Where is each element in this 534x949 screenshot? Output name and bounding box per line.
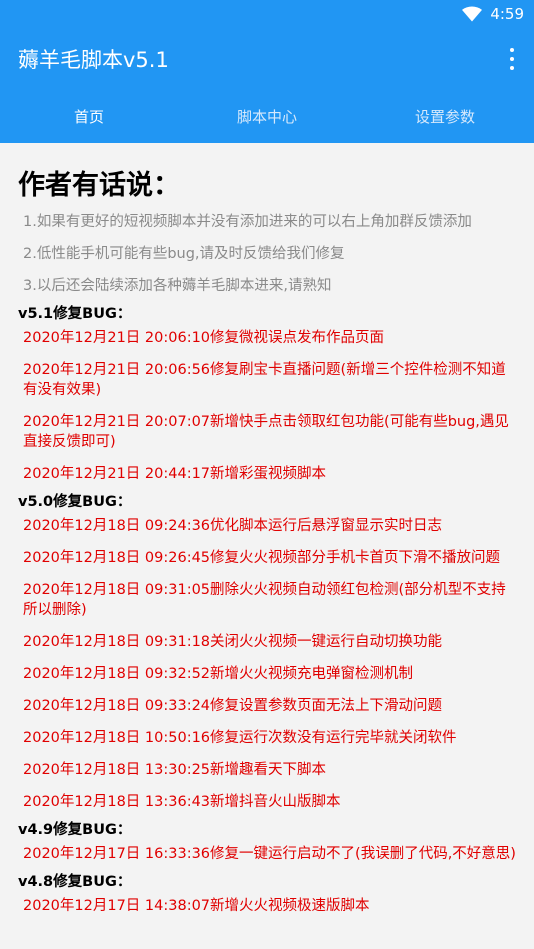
tab-home[interactable]: 首页 [0, 90, 178, 143]
status-bar: 4:59 [0, 0, 534, 28]
changelog-entry: 2020年12月18日 09:33:24修复设置参数页面无法上下滑动问题 [23, 698, 443, 714]
changelog-entry: 2020年12月18日 09:26:45修复火火视频部分手机卡首页下滑不播放问题 [23, 550, 501, 566]
title-bar: 薅羊毛脚本v5.1 [0, 28, 534, 90]
changelog-entry: 2020年12月18日 09:24:36优化脚本运行后悬浮窗显示实时日志 [23, 518, 443, 534]
version-header: v5.1修复BUG： [18, 306, 132, 322]
note-item: 2.低性能手机可能有些bug,请及时反馈给我们修复 [23, 246, 345, 262]
changelog-entry: 2020年12月21日 20:44:17新增彩蛋视频脚本 [23, 466, 327, 482]
wifi-icon [462, 6, 483, 22]
note-item: 1.如果有更好的短视频脚本并没有添加进来的可以右上角加群反馈添加 [23, 214, 472, 230]
version-header: v5.0修复BUG： [18, 494, 132, 510]
tab-settings[interactable]: 设置参数 [356, 90, 534, 143]
changelog-entry: 2020年12月21日 20:07:07新增快手点击领取红包功能(可能有些bug… [23, 414, 509, 450]
changelog-entry: 2020年12月18日 09:32:52新增火火视频充电弹窗检测机制 [23, 666, 414, 682]
tab-script-center[interactable]: 脚本中心 [178, 90, 356, 143]
page-heading: 作者有话说： [18, 170, 180, 201]
changelog-entry: 2020年12月18日 10:50:16修复运行次数没有运行完毕就关闭软件 [23, 730, 457, 746]
version-header: v4.9修复BUG： [18, 822, 132, 838]
main-content[interactable]: 作者有话说： 1.如果有更好的短视频脚本并没有添加进来的可以右上角加群反馈添加 … [0, 143, 534, 949]
changelog-entry: 2020年12月18日 13:36:43新增抖音火山版脚本 [23, 794, 341, 810]
changelog-entry: 2020年12月17日 16:33:36修复一键运行启动不了(我误删了代码,不好… [23, 846, 516, 862]
status-time: 4:59 [490, 5, 524, 23]
changelog-entry: 2020年12月18日 13:30:25新增趣看天下脚本 [23, 762, 327, 778]
changelog-entry: 2020年12月21日 20:06:56修复刷宝卡直播问题(新增三个控件检测不知… [23, 362, 506, 398]
changelog-entry: 2020年12月18日 09:31:18关闭火火视频一键运行自动切换功能 [23, 634, 443, 650]
app-title: 薅羊毛脚本v5.1 [18, 48, 169, 72]
app-bar: 4:59 薅羊毛脚本v5.1 首页 脚本中心 设置参数 [0, 0, 534, 143]
tab-bar: 首页 脚本中心 设置参数 [0, 90, 534, 143]
version-header: v4.8修复BUG： [18, 874, 132, 890]
changelog-entry: 2020年12月18日 09:31:05删除火火视频自动领红包检测(部分机型不支… [23, 582, 506, 618]
changelog-entry: 2020年12月17日 14:38:07新增火火视频极速版脚本 [23, 898, 370, 914]
changelog-entry: 2020年12月21日 20:06:10修复微视误点发布作品页面 [23, 330, 385, 346]
overflow-menu-icon[interactable] [504, 46, 520, 72]
note-item: 3.以后还会陆续添加各种薅羊毛脚本进来,请熟知 [23, 278, 332, 294]
